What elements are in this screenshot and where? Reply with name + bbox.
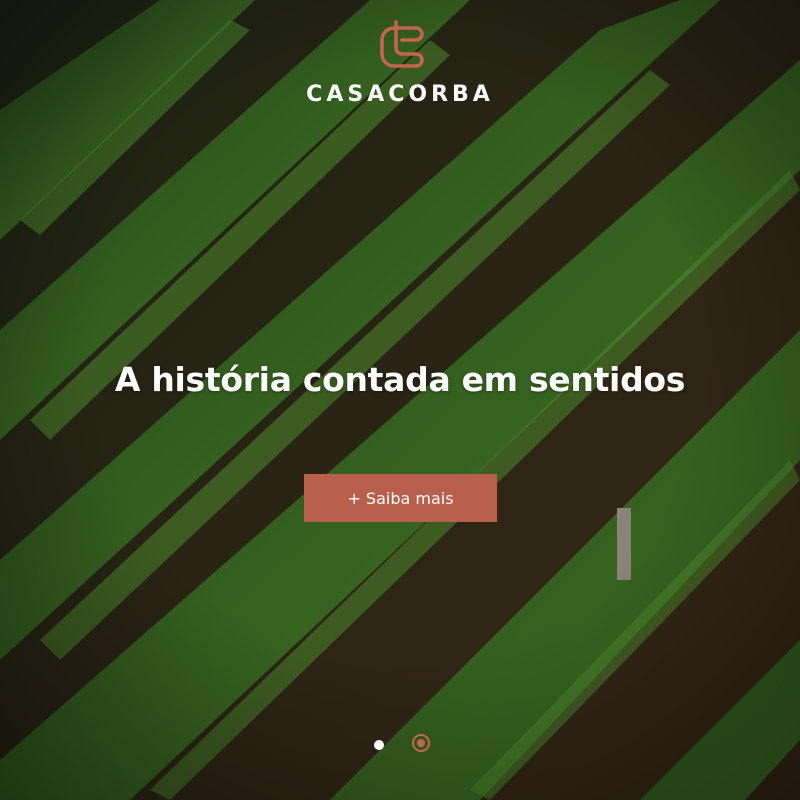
vineyard-background-image bbox=[0, 0, 800, 800]
learn-more-button[interactable]: + Saiba mais bbox=[304, 474, 497, 522]
brand-logo[interactable]: CASACORBA bbox=[0, 18, 800, 107]
carousel-dot-1[interactable] bbox=[374, 740, 384, 750]
carousel-pagination bbox=[374, 734, 434, 756]
casacorba-monogram-icon bbox=[380, 20, 424, 68]
hero-section: CASACORBA A história contada em sentidos… bbox=[0, 0, 800, 800]
hero-headline: A história contada em sentidos bbox=[114, 360, 686, 399]
brand-name: CASACORBA bbox=[306, 82, 494, 107]
carousel-dot-2-active[interactable] bbox=[412, 734, 430, 752]
